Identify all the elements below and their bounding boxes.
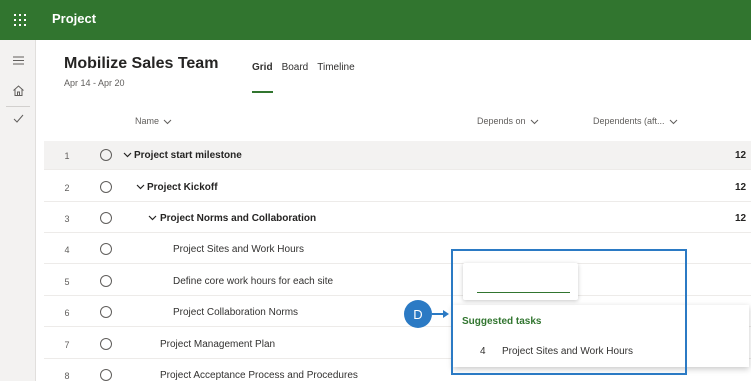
- task-complete-checkbox[interactable]: [100, 306, 112, 318]
- chevron-down-icon: [669, 119, 677, 124]
- task-name[interactable]: Project Norms and Collaboration: [160, 213, 316, 224]
- task-row[interactable]: 3 Project Norms and Collaboration 12: [44, 204, 751, 233]
- row-number: 7: [64, 340, 70, 350]
- chevron-down-icon[interactable]: [148, 213, 157, 222]
- row-number: 5: [64, 277, 70, 287]
- row-number: 8: [64, 371, 70, 381]
- task-name[interactable]: Define core work hours for each site: [173, 276, 333, 287]
- callout-arrow-icon: [432, 310, 449, 318]
- hamburger-icon[interactable]: [0, 46, 36, 74]
- task-complete-checkbox[interactable]: [100, 149, 112, 161]
- highlight-frame: [451, 249, 687, 375]
- task-complete-checkbox[interactable]: [100, 243, 112, 255]
- task-row[interactable]: 2 Project Kickoff 12: [44, 173, 751, 202]
- view-tabs: Grid Board Timeline: [252, 62, 364, 93]
- task-name[interactable]: Project Sites and Work Hours: [173, 244, 304, 255]
- left-rail: [0, 40, 36, 381]
- waffle-icon[interactable]: [6, 6, 34, 34]
- chevron-down-icon[interactable]: [123, 150, 132, 159]
- app-header: Project: [0, 0, 751, 40]
- row-number: 1: [64, 151, 70, 161]
- task-dependents-value: 12: [735, 213, 747, 224]
- task-dependents-value: 12: [735, 182, 747, 193]
- column-header-name[interactable]: Name: [135, 116, 172, 126]
- task-name[interactable]: Project Kickoff: [147, 182, 218, 193]
- tab-board[interactable]: Board: [282, 62, 309, 80]
- task-complete-checkbox[interactable]: [100, 181, 112, 193]
- task-name[interactable]: Project Acceptance Process and Procedure…: [160, 370, 358, 381]
- tab-timeline[interactable]: Timeline: [317, 62, 354, 80]
- column-header-dependents[interactable]: Dependents (aft...: [593, 116, 678, 126]
- task-complete-checkbox[interactable]: [100, 275, 112, 287]
- column-header-depends-on[interactable]: Depends on: [477, 116, 539, 126]
- task-dependents-value: 12: [735, 150, 747, 161]
- checkmark-icon[interactable]: [0, 104, 36, 132]
- plan-dates: Apr 14 - Apr 20: [64, 78, 125, 88]
- chevron-down-icon: [163, 119, 172, 124]
- task-complete-checkbox[interactable]: [100, 338, 112, 350]
- chevron-down-icon: [530, 119, 538, 124]
- column-header-dependents-label: Dependents (aft...: [593, 116, 665, 126]
- task-row[interactable]: 1 Project start milestone 12: [44, 141, 751, 170]
- callout-marker: D: [404, 300, 432, 328]
- row-number: 6: [64, 308, 70, 318]
- task-name[interactable]: Project Collaboration Norms: [173, 307, 298, 318]
- tab-grid[interactable]: Grid: [252, 62, 273, 93]
- column-header-depends-on-label: Depends on: [477, 116, 526, 126]
- row-number: 2: [64, 183, 70, 193]
- home-icon[interactable]: [0, 76, 36, 104]
- row-number: 4: [64, 245, 70, 255]
- row-number: 3: [64, 214, 70, 224]
- column-header-name-label: Name: [135, 116, 160, 126]
- chevron-down-icon[interactable]: [136, 182, 145, 191]
- task-complete-checkbox[interactable]: [100, 212, 112, 224]
- app-name[interactable]: Project: [52, 11, 96, 26]
- task-name[interactable]: Project start milestone: [134, 150, 242, 161]
- task-name[interactable]: Project Management Plan: [160, 339, 275, 350]
- task-complete-checkbox[interactable]: [100, 369, 112, 381]
- plan-title: Mobilize Sales Team: [64, 55, 219, 72]
